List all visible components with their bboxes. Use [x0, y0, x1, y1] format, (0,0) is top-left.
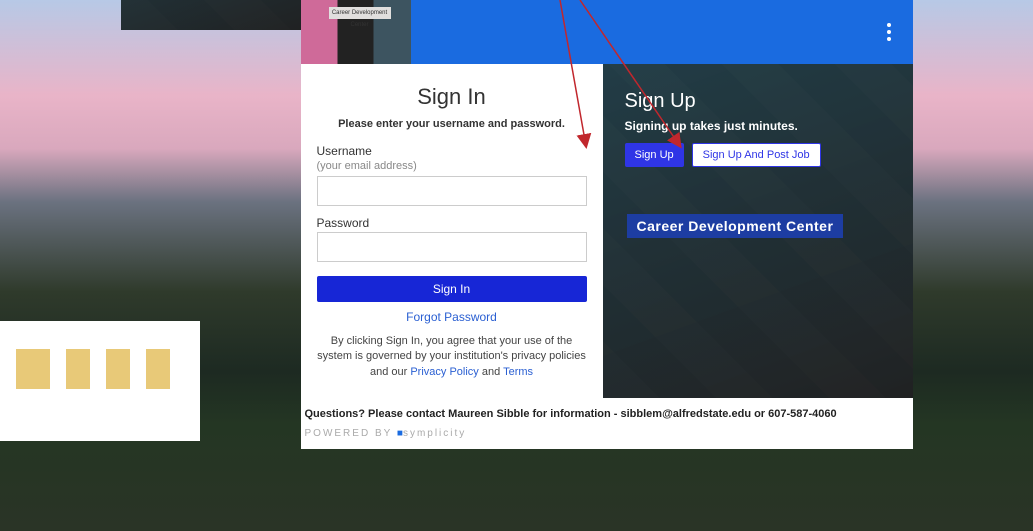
footer-bar: Questions? Please contact Maureen Sibble… [301, 398, 913, 449]
signin-title: Sign In [317, 84, 587, 110]
privacy-link[interactable]: Privacy Policy [410, 366, 478, 378]
username-input[interactable] [317, 176, 587, 206]
signup-post-job-button[interactable]: Sign Up And Post Job [692, 143, 821, 167]
signin-button[interactable]: Sign In [317, 276, 587, 302]
app-shell: Career Development Center Sign In Please… [301, 0, 913, 531]
cdc-badge: Career Development Center [627, 214, 844, 238]
bg-building-left [0, 321, 200, 441]
password-input[interactable] [317, 232, 587, 262]
signin-panel: Sign In Please enter your username and p… [301, 64, 603, 398]
password-label: Password [317, 216, 587, 230]
contact-line: Questions? Please contact Maureen Sibble… [301, 398, 913, 424]
signup-title: Sign Up [625, 90, 891, 113]
topbar: Career Development Center [301, 0, 913, 64]
signin-intro: Please enter your username and password. [317, 118, 587, 130]
signup-panel: Sign Up Signing up takes just minutes. S… [603, 64, 913, 398]
bg-building-right [121, 0, 301, 30]
powered-brand: symplicity [403, 428, 466, 439]
signup-button[interactable]: Sign Up [625, 143, 684, 167]
terms-text: By clicking Sign In, you agree that your… [317, 334, 587, 380]
logo[interactable]: Career Development Center [301, 0, 411, 64]
powered-by: POWERED BY ■symplicity [301, 424, 913, 449]
signup-button-row: Sign Up Sign Up And Post Job [625, 143, 891, 167]
powered-pre: POWERED BY [305, 428, 397, 439]
username-hint: (your email address) [317, 160, 587, 172]
forgot-password-link[interactable]: Forgot Password [317, 310, 587, 324]
username-label: Username [317, 144, 587, 158]
terms-and: and [482, 366, 503, 378]
signup-sub: Signing up takes just minutes. [625, 119, 891, 133]
panels: Sign In Please enter your username and p… [301, 64, 913, 398]
terms-link[interactable]: Terms [503, 366, 533, 378]
kebab-menu-icon[interactable] [877, 20, 901, 44]
logo-caption: Career Development Center [329, 7, 391, 19]
